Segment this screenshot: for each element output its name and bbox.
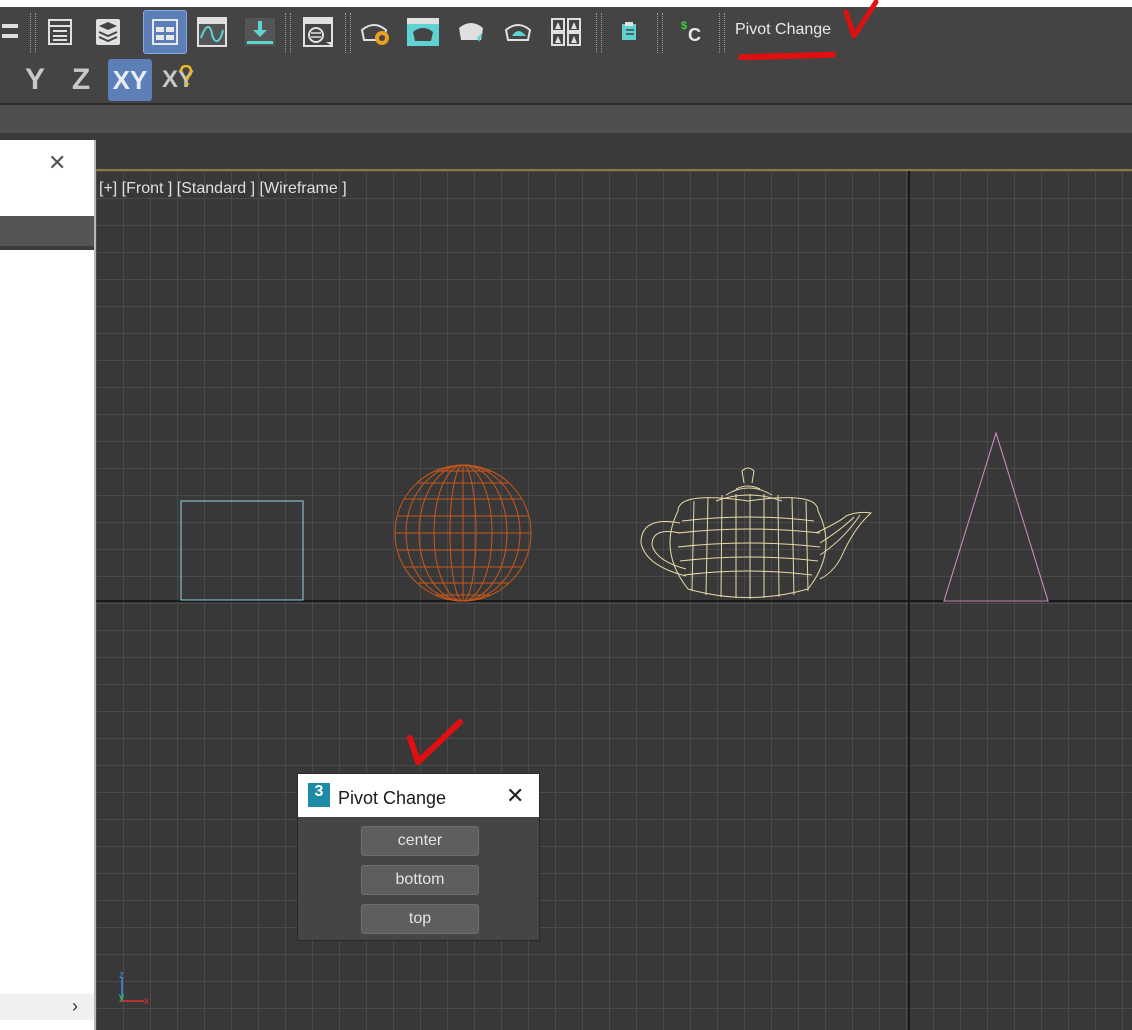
layer-menu-icon[interactable] bbox=[0, 12, 32, 52]
center-button[interactable]: center bbox=[361, 826, 479, 856]
dialog-titlebar[interactable]: 3 Pivot Change ✕ bbox=[298, 774, 539, 817]
sphere-object[interactable] bbox=[394, 464, 532, 602]
axis-y-label: y bbox=[119, 992, 124, 1003]
annotation-checkmark bbox=[843, 0, 879, 39]
horizontal-scrollbar[interactable] bbox=[0, 994, 94, 1020]
viewport-scene bbox=[96, 171, 1132, 1030]
render-setup-icon[interactable] bbox=[356, 12, 396, 52]
teapot-object[interactable] bbox=[640, 467, 873, 599]
panel-header-strip bbox=[0, 216, 94, 246]
ribbon-divider bbox=[0, 133, 1132, 140]
axis-z-button[interactable]: Z bbox=[64, 59, 98, 101]
axis-z-label: z bbox=[119, 971, 124, 981]
rendered-frame-window-icon[interactable] bbox=[403, 12, 443, 52]
material-editor-icon[interactable] bbox=[298, 12, 338, 52]
layer-stack-icon[interactable] bbox=[88, 12, 128, 52]
cone-object[interactable] bbox=[943, 431, 1049, 602]
help-bulb-icon bbox=[179, 65, 193, 86]
render-to-texture-icon[interactable] bbox=[240, 12, 280, 52]
viewport-label-menu[interactable]: [+] [Front ] [Standard ] [Wireframe ] bbox=[99, 180, 347, 198]
axis-xy-flyout-button[interactable]: XY bbox=[160, 59, 196, 101]
axis-x-label: x bbox=[144, 996, 149, 1007]
annotation-underline bbox=[737, 51, 837, 61]
close-icon[interactable]: ✕ bbox=[506, 783, 524, 809]
script-paste-icon[interactable] bbox=[610, 12, 650, 52]
toolbar-separator bbox=[30, 13, 36, 53]
toolbar-separator bbox=[596, 13, 602, 53]
render-iterative-icon[interactable] bbox=[498, 12, 538, 52]
toggle-ribbon-icon[interactable] bbox=[143, 10, 187, 54]
dialog-title: Pivot Change bbox=[338, 788, 447, 808]
render-teapot-icon[interactable] bbox=[451, 12, 491, 52]
viewport-header bbox=[96, 140, 1132, 171]
svg-text:$: $ bbox=[681, 20, 687, 32]
view-axis-tripod: z y x bbox=[114, 970, 154, 1016]
bottom-button[interactable]: bottom bbox=[361, 865, 479, 895]
toolbar-separator bbox=[345, 13, 351, 53]
toolbar-separator bbox=[657, 13, 663, 53]
top-button[interactable]: top bbox=[361, 904, 479, 934]
3dsmax-app-icon: 3 bbox=[308, 783, 330, 807]
app-window: $ C Pivot Change Y Z XY XY ✕ › [+] [Fron… bbox=[0, 0, 1132, 1030]
main-toolbar: $ C Pivot Change bbox=[0, 7, 1132, 61]
render-tiles-icon[interactable] bbox=[546, 12, 586, 52]
panel-divider bbox=[0, 246, 94, 250]
box-object[interactable] bbox=[180, 500, 304, 601]
toolbar-separator bbox=[719, 13, 725, 53]
scene-explorer-icon[interactable] bbox=[40, 12, 80, 52]
left-panel: ✕ › bbox=[0, 140, 94, 1030]
curve-editor-icon[interactable] bbox=[192, 12, 232, 52]
front-viewport[interactable] bbox=[96, 171, 1132, 1030]
close-icon[interactable]: ✕ bbox=[48, 150, 66, 176]
annotation-checkmark-dialog bbox=[407, 719, 463, 765]
svg-text:C: C bbox=[688, 25, 701, 45]
maxscript-icon[interactable]: $ C bbox=[672, 12, 712, 52]
toolbar-separator bbox=[285, 13, 291, 53]
pivot-change-tool-button[interactable]: Pivot Change bbox=[735, 21, 831, 39]
axis-y-button[interactable]: Y bbox=[18, 59, 52, 101]
pivot-change-dialog: 3 Pivot Change ✕ center bottom top bbox=[297, 773, 540, 941]
ribbon-bar bbox=[0, 105, 1132, 133]
scroll-right-arrow[interactable]: › bbox=[72, 996, 78, 1017]
axis-xy-button[interactable]: XY bbox=[108, 59, 152, 101]
